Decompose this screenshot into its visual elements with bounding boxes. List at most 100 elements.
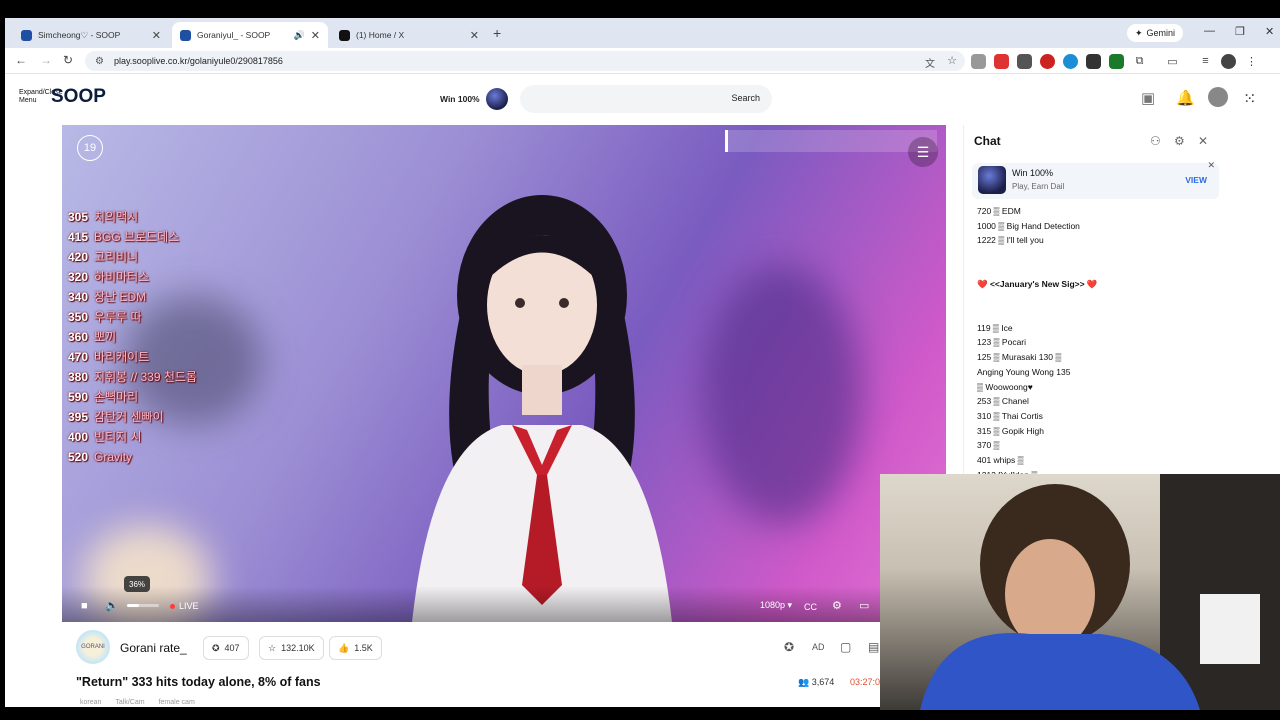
clip-icon[interactable]: ▢ [840,640,851,654]
calendar-icon[interactable]: ▤ [868,640,879,654]
puzzle-icon[interactable]: ⧉ [1132,53,1147,69]
like-button[interactable]: 👍 1.5K [329,636,382,660]
translate-icon[interactable]: 文 [925,55,935,70]
overlay-name: 고리비니 [94,250,139,264]
volume-icon[interactable]: 🔈 [105,599,119,612]
quality-label: 1080p [760,600,786,610]
chat-message: 1222 ▒ I'll tell you [977,235,1044,246]
volume-slider[interactable] [127,604,159,607]
plant-shadow [702,265,862,525]
volume-fill [127,604,139,607]
broadcast-icon[interactable]: ▣ [1141,89,1155,107]
stop-button[interactable]: ■ [81,600,88,612]
minimize-button[interactable]: — [1204,25,1215,37]
promo-banner[interactable]: Win 100% [440,88,508,110]
player-menu-icon[interactable]: ☰ [908,137,938,167]
extension-icon[interactable] [1017,53,1032,69]
chat-message [977,248,1217,277]
profile-avatar[interactable] [1221,53,1236,69]
overlay-number: 320 [68,270,89,284]
chat-message: 1000 ▒ Big Hand Detection [977,220,1080,231]
tag[interactable]: Talk/Cam [115,699,144,706]
more-menu-icon[interactable]: ⋮ [1244,53,1259,69]
pip-icon[interactable]: ▭ [859,599,869,612]
age-rating-badge: 19 [77,135,103,161]
tab-x-home[interactable]: (1) Home / X ✕ [331,22,487,48]
overlay-name: 뽀끼 [94,330,117,344]
overlay-name: 손뼉마리 [94,390,139,404]
speaker-icon[interactable]: 🔊 [294,30,305,41]
ad-view-button[interactable]: VIEW [1185,175,1207,185]
tag[interactable]: korean [80,699,101,706]
bookmark-button[interactable]: ✪ 407 [203,636,249,660]
reading-list-icon[interactable]: ▭ [1165,53,1180,69]
favorite-button[interactable]: ☆ 132.10K [259,636,324,660]
viewer-count-value: 3,674 [811,677,835,687]
chat-panel: Chat ⚇ ⚙ ✕ Win 100% Play, Earn Dail VIEW… [963,125,1224,491]
ad-icon[interactable]: AD [812,642,825,652]
chat-message: 401 whips ▒ [977,454,1024,465]
close-window-button[interactable]: ✕ [1265,25,1274,38]
chat-messages: 720 ▒ EDM 1000 ▒ Big Hand Detection 1222 ▒… [977,204,1217,491]
overlay-number: 340 [68,290,89,304]
streamer-avatar[interactable]: GORANI [76,630,110,664]
url-text: play.sooplive.co.kr/golaniyule0/29081785… [113,56,283,66]
bell-icon[interactable]: 🔔 [1176,89,1195,107]
tag[interactable]: female cam [159,699,195,706]
chat-settings-icon[interactable]: ⚙ [1174,134,1185,148]
settings-gear-icon[interactable]: ⚙ [832,599,842,612]
soop-logo[interactable]: SOOP [51,86,106,108]
overlay-row: 520 Gravity [68,447,197,467]
address-bar[interactable]: ⚙ play.sooplive.co.kr/golaniyule0/290817… [85,51,965,71]
search-button[interactable]: Search [731,93,760,103]
reload-button[interactable]: ↻ [63,53,73,67]
chat-message: 370 ▒ [977,440,1000,451]
extensions-bar: ⧉ ▭ ≡ ⋮ [971,53,1259,69]
extension-icon[interactable] [971,53,986,69]
ad-thumbnail [978,166,1006,194]
extension-icon[interactable] [994,53,1009,69]
overlay-row: 470 바리캐이트 [68,347,197,367]
tab-title: (1) Home / X [356,30,405,40]
extension-icon[interactable] [1086,53,1101,69]
overlay-row: 400 빈티지 시 [68,427,197,447]
overlay-name: 감탄거 센빠이 [94,410,164,424]
stream-title: "Return" 333 hits today alone, 8% of fan… [76,675,321,689]
chat-users-icon[interactable]: ⚇ [1150,134,1161,148]
close-tab-icon[interactable]: ✕ [470,29,479,42]
chat-message: Anging Young Wong 135 [977,366,1071,377]
star-badge-icon[interactable]: ✪ [784,640,794,654]
new-tab-button[interactable]: + [493,25,501,41]
search-input[interactable]: Search [520,85,772,113]
site-info-icon[interactable]: ⚙ [95,56,104,67]
close-tab-icon[interactable]: ✕ [152,29,161,42]
restore-button[interactable]: ❐ [1235,25,1245,38]
overlay-number: 360 [68,330,89,344]
overlay-name: 하비마터스 [94,270,150,284]
ad-close-icon[interactable]: ✕ [1207,160,1215,171]
streamer-name[interactable]: Gorani rate_ [120,641,187,655]
webcam-overlay [880,474,1280,710]
quality-selector[interactable]: 1080p ▾ [760,600,792,611]
apps-grid-icon[interactable]: ⁙ [1243,89,1256,109]
extension-icon[interactable] [1109,53,1124,69]
close-tab-icon[interactable]: ✕ [311,29,320,42]
chat-message: 720 ▒ EDM [977,206,1021,216]
back-button[interactable]: ← [15,53,27,67]
video-player[interactable]: 19 ☰ 305 치의맥시 415 BGG 브로드데스 420 고리비니 320 하비마터스 3… [62,125,946,622]
tab-goraniyul[interactable]: Goraniyul_ - SOOP 🔊 ✕ [172,22,328,48]
star-icon: ☆ [268,642,277,653]
gemini-button[interactable]: ✦ Gemini [1127,24,1184,42]
extension-icon[interactable] [1040,53,1055,69]
extension-icon[interactable] [1063,53,1078,69]
captions-icon[interactable]: CC [804,602,817,612]
thumbs-up-icon: 👍 [338,642,350,653]
forward-button[interactable]: → [40,53,52,67]
chat-close-icon[interactable]: ✕ [1198,134,1208,148]
bookmark-star-icon[interactable]: ☆ [947,54,957,67]
user-avatar-icon[interactable] [1208,87,1228,107]
tab-simcheong[interactable]: Simcheong♡ - SOOP ✕ [13,22,169,48]
media-control-icon[interactable]: ≡ [1198,53,1213,69]
bookmark-count: 407 [224,643,240,653]
chat-ad-card[interactable]: Win 100% Play, Earn Dail VIEW ✕ [972,160,1219,199]
